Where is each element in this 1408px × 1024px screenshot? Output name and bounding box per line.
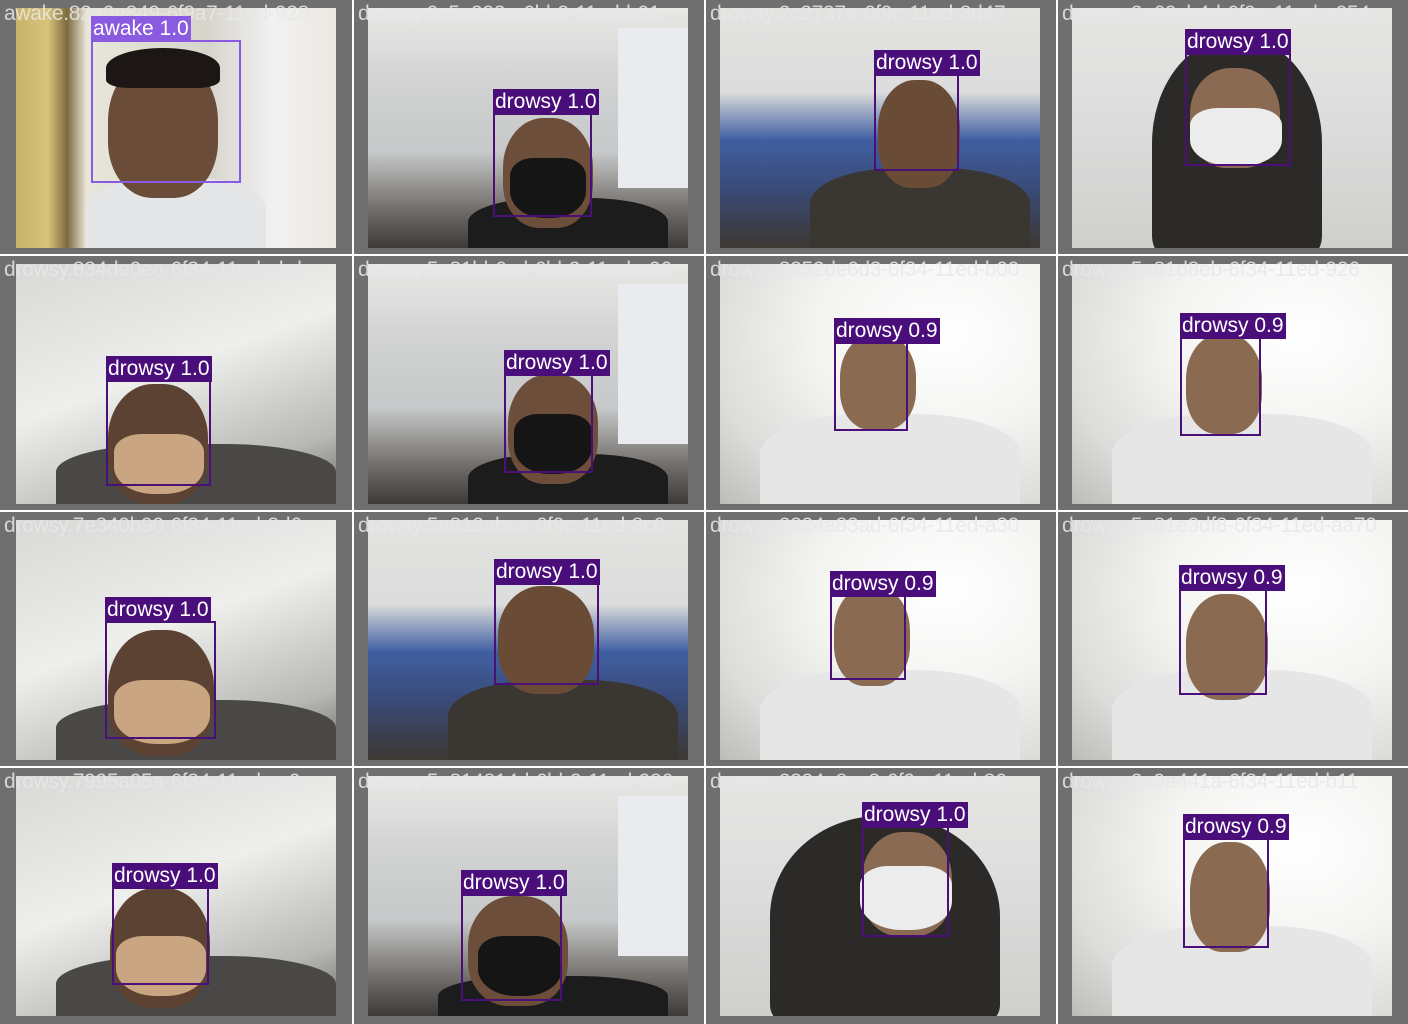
image-filename: drowsy.5a81bb6cd-6bb2-11ed-a06 — [358, 258, 672, 281]
tile-16[interactable]: drowsy.2a9a441a-6f34-11ed-b11 drowsy 0.9 — [1058, 768, 1408, 1024]
image-filename: drowsy.9c5e232e-6bb2-11ed-b01 — [358, 2, 661, 25]
tile-10[interactable]: drowsy.5a812abea-6f9c-11ed-8c6 drowsy 1.… — [354, 512, 704, 766]
detection-box: drowsy 0.9 — [1180, 313, 1286, 436]
detection-box: drowsy 0.9 — [1183, 814, 1289, 948]
tile-13[interactable]: drowsy.7995a05a-6f34-11ed-ac9 drowsy 1.0 — [0, 768, 352, 1024]
detection-label: drowsy 1.0 — [874, 50, 980, 76]
tile-14[interactable]: drowsy.5a814814d-6bb2-11ed-936 drowsy 1.… — [354, 768, 704, 1024]
image-filename: drowsy.2324a83ad-6f34-11ed-a30 — [710, 514, 1019, 537]
detection-label: drowsy 1.0 — [112, 863, 218, 889]
image-filename: drowsy.2a9a441a-6f34-11ed-b11 — [1062, 770, 1359, 793]
window-panel — [618, 796, 688, 956]
detection-grid: awake.82a9e849-6f9a7-11ed-928 awake 1.0 … — [0, 0, 1408, 1024]
tile-8[interactable]: drowsy.5a81d8eb-6f34-11ed-926 drowsy 0.9 — [1058, 256, 1408, 510]
image-filename: drowsy.2a69cb4d-6f9a-11ed-a054 — [1062, 2, 1370, 25]
detection-box: drowsy 1.0 — [461, 870, 567, 1001]
detection-box: drowsy 1.0 — [874, 50, 980, 171]
detection-label: drowsy 1.0 — [1185, 29, 1291, 55]
detection-label: drowsy 1.0 — [106, 356, 212, 382]
detection-label: drowsy 1.0 — [494, 559, 600, 585]
image-filename: drowsy.7995a05a-6f34-11ed-ac9 — [4, 770, 301, 793]
detection-label: drowsy 0.9 — [1179, 565, 1285, 591]
detection-box: drowsy 0.9 — [834, 318, 940, 431]
detection-label: drowsy 1.0 — [493, 89, 599, 115]
tile-11[interactable]: drowsy.2324a83ad-6f34-11ed-a30 drowsy 0.… — [706, 512, 1056, 766]
detection-box: drowsy 1.0 — [504, 350, 610, 473]
window-panel — [618, 284, 688, 444]
detection-box: drowsy 1.0 — [1185, 29, 1291, 166]
detection-box: drowsy 1.0 — [493, 89, 599, 217]
image-filename: drowsy.8252de6d3-6f34-11ed-b00 — [710, 258, 1019, 281]
image-filename: drowsy.5a81e3df8-6f34-11ed-aa70 — [1062, 514, 1377, 537]
image-filename: drowsy.5a812abea-6f9c-11ed-8c6 — [358, 514, 665, 537]
detection-box: drowsy 0.9 — [830, 571, 936, 680]
detection-label: drowsy 0.9 — [834, 318, 940, 344]
detection-box: drowsy 1.0 — [862, 802, 968, 937]
tile-2[interactable]: drowsy.9c5e232e-6bb2-11ed-b01 drowsy 1.0 — [354, 0, 704, 254]
detection-box: drowsy 1.0 — [105, 597, 216, 739]
tile-6[interactable]: drowsy.5a81bb6cd-6bb2-11ed-a06 drowsy 1.… — [354, 256, 704, 510]
image-filename: drowsy.834de0ee-6f34-11ed-abd — [4, 258, 302, 281]
detection-label: drowsy 1.0 — [461, 870, 567, 896]
detection-box: awake 1.0 — [91, 16, 241, 183]
tile-5[interactable]: drowsy.834de0ee-6f34-11ed-abd drowsy 1.0 — [0, 256, 352, 510]
image-filename: drowsy.2c2737a-6f9c-11ed-8d47 — [710, 2, 1006, 25]
detection-label: awake 1.0 — [91, 16, 191, 42]
detection-label: drowsy 1.0 — [504, 350, 610, 376]
tile-12[interactable]: drowsy.5a81e3df8-6f34-11ed-aa70 drowsy 0… — [1058, 512, 1408, 766]
tile-1[interactable]: awake.82a9e849-6f9a7-11ed-928 awake 1.0 — [0, 0, 352, 254]
window-panel — [618, 28, 688, 188]
detection-label: drowsy 0.9 — [830, 571, 936, 597]
detection-box: drowsy 1.0 — [494, 559, 600, 685]
detection-label: drowsy 0.9 — [1183, 814, 1289, 840]
detection-box: drowsy 0.9 — [1179, 565, 1285, 695]
image-filename: drowsy.5a81d8eb-6f34-11ed-926 — [1062, 258, 1360, 281]
detection-box: drowsy 1.0 — [106, 356, 212, 486]
image-filename: drowsy.5a814814d-6bb2-11ed-936 — [358, 770, 673, 793]
tile-15[interactable]: drowsy.2324e8ca3-6f9a-11ed-86 drowsy 1.0 — [706, 768, 1056, 1024]
tile-4[interactable]: drowsy.2a69cb4d-6f9a-11ed-a054 drowsy 1.… — [1058, 0, 1408, 254]
detection-label: drowsy 1.0 — [105, 597, 211, 623]
detection-label: drowsy 0.9 — [1180, 313, 1286, 339]
tile-7[interactable]: drowsy.8252de6d3-6f34-11ed-b00 drowsy 0.… — [706, 256, 1056, 510]
tile-9[interactable]: drowsy.7e340b90-6f34-11ed-8d6 drowsy 1.0 — [0, 512, 352, 766]
detection-label: drowsy 1.0 — [862, 802, 968, 828]
detection-box: drowsy 1.0 — [112, 863, 218, 985]
tile-3[interactable]: drowsy.2c2737a-6f9c-11ed-8d47 drowsy 1.0 — [706, 0, 1056, 254]
image-filename: drowsy.7e340b90-6f34-11ed-8d6 — [4, 514, 302, 537]
image-filename: drowsy.2324e8ca3-6f9a-11ed-86 — [710, 770, 1007, 793]
